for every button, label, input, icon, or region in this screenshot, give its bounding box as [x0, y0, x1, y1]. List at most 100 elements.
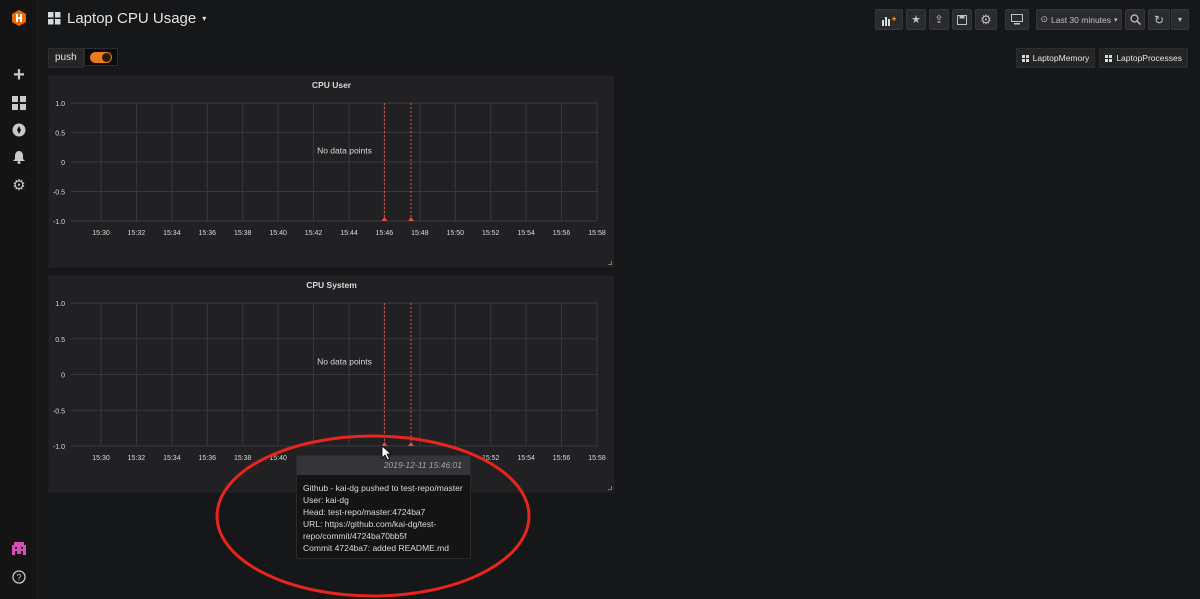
no-data-message: No data points	[317, 146, 372, 156]
x-tick-label: 15:30	[92, 455, 110, 462]
x-tick-label: 15:58	[588, 455, 606, 462]
tooltip-body: Github - kai-dg pushed to test-repo/mast…	[297, 475, 470, 554]
toggle-switch[interactable]	[89, 51, 112, 63]
dashboard-link-laptop-processes[interactable]: LaptopProcesses	[1099, 48, 1188, 68]
x-tick-label: 15:36	[199, 230, 217, 237]
page-title: Laptop CPU Usage	[67, 10, 197, 27]
share-button[interactable]: ⇪	[929, 9, 949, 30]
x-tick-label: 15:38	[234, 455, 252, 462]
x-tick-label: 15:32	[128, 230, 146, 237]
x-tick-label: 15:34	[163, 230, 181, 237]
mouse-cursor-icon	[381, 445, 393, 461]
x-tick-label: 15:42	[305, 230, 323, 237]
x-tick-label: 15:48	[411, 230, 429, 237]
x-tick-label: 15:30	[92, 230, 110, 237]
settings-button[interactable]: ⚙	[975, 9, 997, 30]
x-tick-label: 15:56	[553, 230, 571, 237]
time-range-picker[interactable]: ⊙ Last 30 minutes ▾	[1036, 9, 1122, 30]
search-minus-icon	[1129, 14, 1141, 25]
dashboard-link-label: LaptopMemory	[1032, 53, 1090, 63]
y-tick-label: -0.5	[53, 190, 65, 197]
y-tick-label: 0	[61, 160, 65, 167]
clock-icon: ⊙	[1040, 14, 1048, 24]
resize-handle[interactable]	[608, 486, 612, 490]
zoom-out-button[interactable]	[1125, 9, 1145, 30]
sidebar: + ⚙ ?	[0, 0, 38, 599]
save-icon	[957, 14, 967, 25]
tv-mode-button[interactable]	[1005, 9, 1029, 30]
star-button[interactable]: ★	[906, 9, 926, 30]
alert-bell-icon[interactable]	[9, 147, 29, 167]
explore-icon[interactable]	[9, 120, 29, 140]
dashboards-icon	[1105, 54, 1113, 62]
x-tick-label: 15:34	[163, 455, 181, 462]
y-tick-label: 0.5	[55, 337, 65, 344]
y-tick-label: 0.5	[55, 131, 65, 138]
x-tick-label: 15:52	[482, 230, 500, 237]
x-tick-label: 15:36	[199, 455, 217, 462]
x-tick-label: 15:58	[588, 230, 606, 237]
y-tick-label: 1.0	[55, 101, 65, 108]
star-icon: ★	[911, 14, 921, 26]
x-tick-label: 15:54	[517, 230, 535, 237]
dashboard-link-laptop-memory[interactable]: LaptopMemory	[1015, 48, 1096, 68]
gear-icon: ⚙	[980, 11, 992, 27]
user-avatar-icon[interactable]	[9, 539, 29, 559]
x-tick-label: 15:32	[128, 455, 146, 462]
annotation-marker	[381, 217, 388, 221]
grafana-logo-icon[interactable]	[9, 8, 29, 28]
x-tick-label: 15:54	[517, 455, 535, 462]
y-tick-label: -0.5	[53, 408, 65, 415]
graph-cpu-user[interactable]: 1.0 0.5 0 -0.5 -1.0 15:30 15:32 15:34 15:36 15:38…	[49, 76, 616, 269]
refresh-icon: ↻	[1153, 12, 1165, 27]
push-toggle[interactable]	[83, 48, 118, 66]
time-range-label: Last 30 minutes	[1051, 14, 1112, 25]
dashboards-icon	[1021, 54, 1029, 62]
variable-push: push	[48, 48, 118, 68]
top-navbar: Laptop CPU Usage ▾ ★ ⇪ ⚙ ⊙ Last 30 minut…	[38, 0, 1200, 40]
add-panel-icon	[882, 16, 896, 26]
refresh-interval-dropdown[interactable]: ▾	[1171, 9, 1189, 30]
y-tick-label: -1.0	[53, 219, 65, 226]
x-tick-label: 15:56	[553, 455, 571, 462]
y-tick-label: 0	[61, 373, 65, 380]
plus-icon[interactable]: +	[9, 64, 29, 86]
dashboard-links: LaptopMemory LaptopProcesses	[1015, 48, 1188, 68]
annotation-tooltip: 2019-12-11 15:46:01 Github - kai-dg push…	[296, 455, 471, 559]
x-tick-label: 15:38	[234, 230, 252, 237]
dashboards-icon[interactable]	[9, 93, 29, 113]
tooltip-line: User: kai-dg	[303, 495, 349, 505]
y-tick-label: -1.0	[53, 444, 65, 451]
tooltip-line: Github - kai-dg pushed to test-repo/mast…	[303, 483, 463, 493]
monitor-icon	[1011, 14, 1023, 25]
resize-handle[interactable]	[608, 261, 612, 265]
help-icon[interactable]: ?	[9, 567, 29, 587]
x-tick-label: 15:46	[376, 230, 394, 237]
dashboards-icon	[48, 12, 61, 25]
dashboard-title-picker[interactable]: Laptop CPU Usage ▾	[48, 10, 206, 27]
no-data-message: No data points	[317, 356, 372, 366]
svg-text:?: ?	[16, 573, 21, 583]
y-tick-label: 1.0	[55, 301, 65, 308]
share-icon: ⇪	[934, 14, 944, 26]
x-tick-label: 15:52	[482, 455, 500, 462]
variable-label: push	[48, 48, 84, 68]
tooltip-line: repo/commit/4724ba70bb5f	[303, 531, 407, 541]
annotation-marker	[408, 442, 414, 446]
caret-down-icon: ▾	[202, 14, 207, 23]
tooltip-line: Head: test-repo/master:4724ba7	[303, 507, 426, 517]
panel-cpu-user[interactable]: CPU User 1.0 0.5 0 -0.5 -1.0 15:30 15:32 15:34 1…	[48, 75, 615, 268]
caret-down-icon: ▾	[1177, 15, 1182, 24]
refresh-button[interactable]: ↻	[1148, 9, 1170, 30]
dashboard-link-label: LaptopProcesses	[1116, 53, 1182, 63]
x-tick-label: 15:40	[269, 230, 287, 237]
save-button[interactable]	[952, 9, 972, 30]
annotation-marker	[408, 217, 414, 221]
gear-icon[interactable]: ⚙	[9, 175, 29, 195]
tooltip-line: URL: https://github.com/kai-dg/test-	[303, 519, 437, 529]
add-panel-button[interactable]	[875, 9, 903, 30]
x-tick-label: 15:40	[269, 455, 287, 462]
caret-down-icon: ▾	[1114, 16, 1118, 24]
x-tick-label: 15:44	[340, 230, 358, 237]
tooltip-line: Commit 4724ba7: added README.md	[303, 543, 449, 553]
